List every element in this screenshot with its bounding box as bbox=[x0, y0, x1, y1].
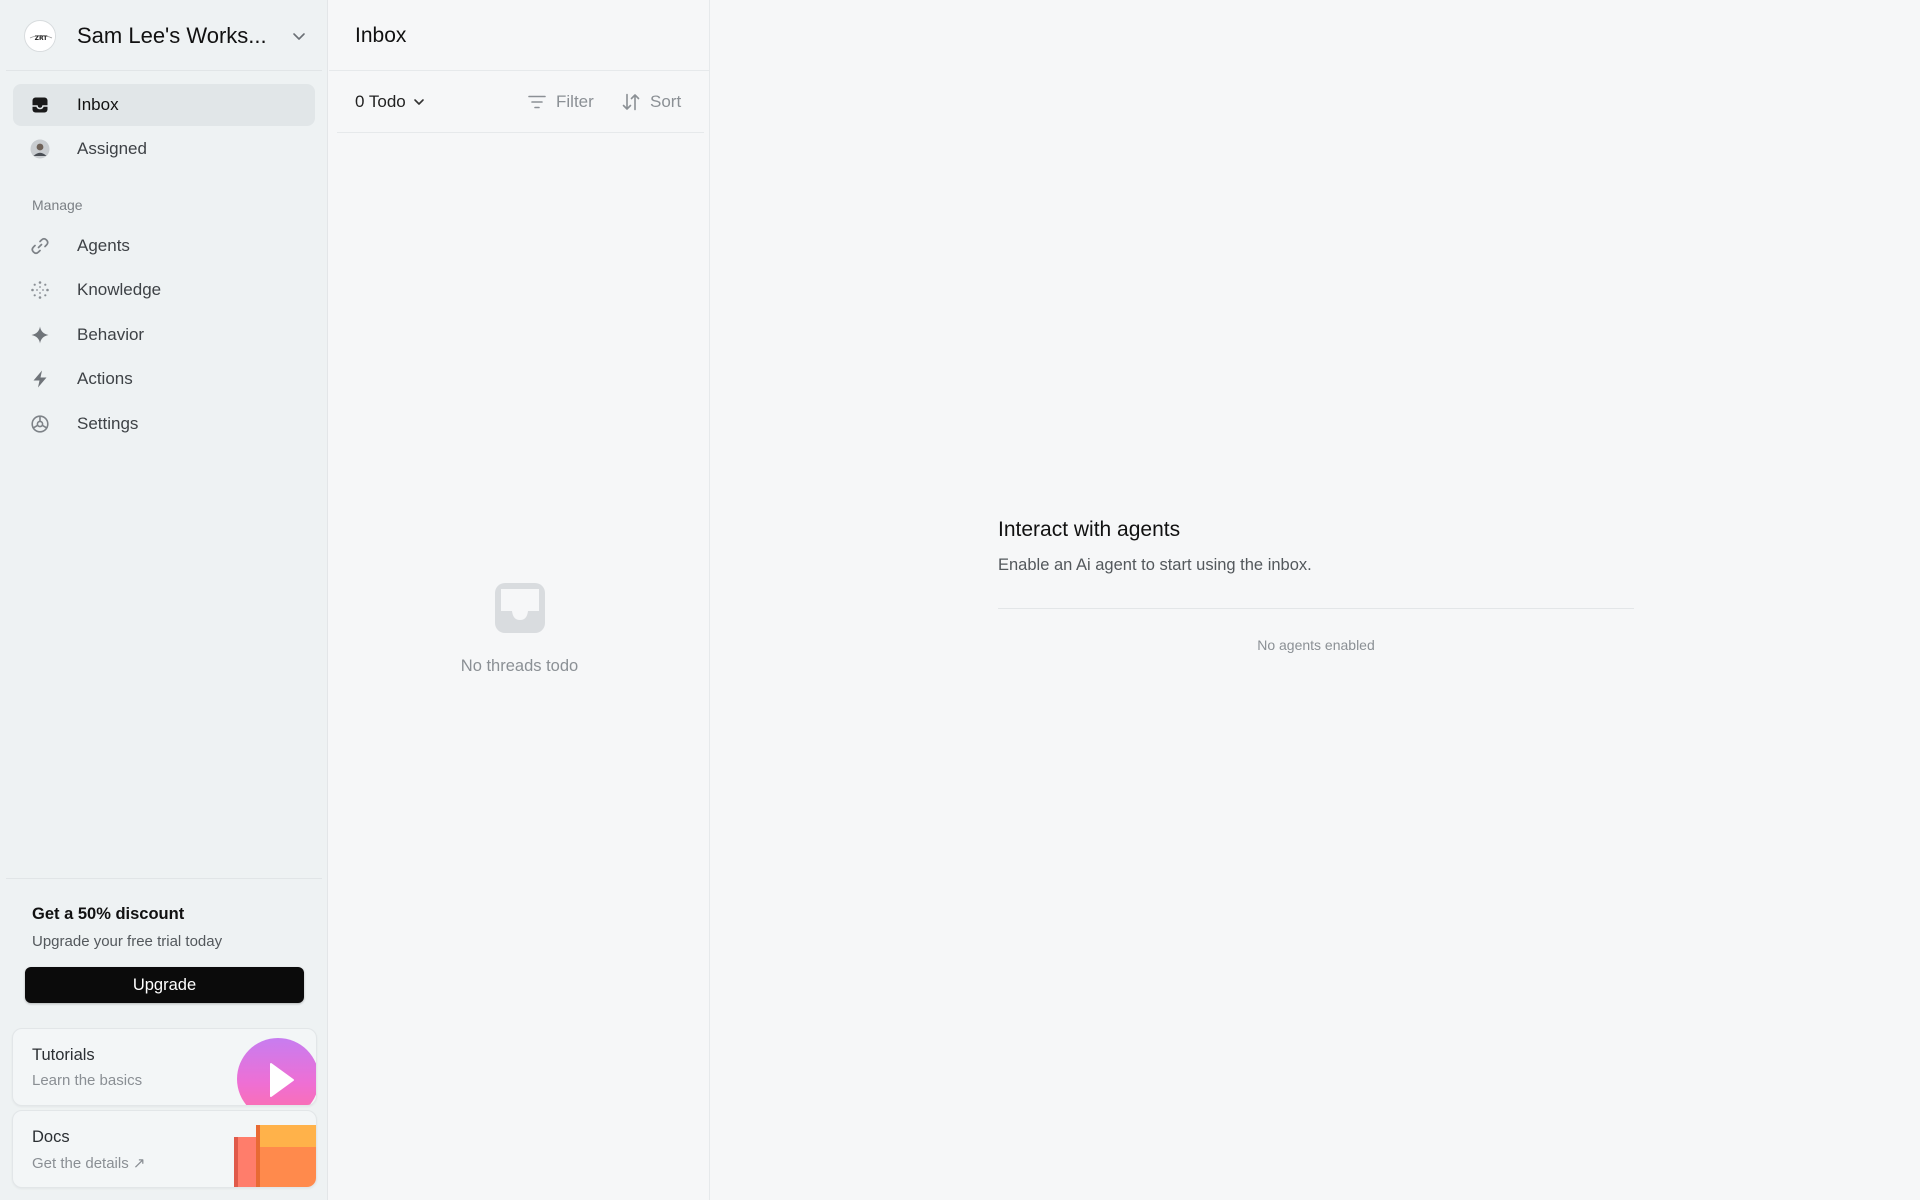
sidebar-item-knowledge[interactable]: Knowledge bbox=[13, 269, 315, 311]
page-title: Inbox bbox=[355, 24, 407, 47]
chevron-down-icon bbox=[413, 99, 424, 105]
inbox-icon bbox=[30, 95, 50, 115]
todo-status-label: 0 Todo bbox=[355, 92, 406, 111]
tutorials-title: Tutorials bbox=[32, 1046, 95, 1064]
divider bbox=[337, 132, 704, 133]
sidebar-item-label: Settings bbox=[77, 414, 139, 433]
sidebar-item-behavior[interactable]: Behavior bbox=[13, 314, 315, 356]
link-icon bbox=[30, 236, 50, 256]
divider bbox=[6, 878, 322, 879]
no-agents-text: No agents enabled bbox=[1257, 637, 1375, 653]
sidebar-item-actions[interactable]: Actions bbox=[13, 358, 315, 400]
tutorials-subtitle: Learn the basics bbox=[32, 1072, 143, 1089]
sidebar-item-label: Behavior bbox=[77, 325, 145, 344]
sidebar-item-label: Assigned bbox=[77, 139, 147, 158]
workspace-name: Sam Lee's Works... bbox=[77, 23, 267, 48]
promo-title: Get a 50% discount bbox=[32, 905, 185, 923]
section-label-manage: Manage bbox=[32, 197, 83, 213]
thread-list-panel: Inbox 0 Todo Filter Sort No threads todo bbox=[329, 0, 710, 1200]
filter-label: Filter bbox=[556, 92, 594, 111]
empty-state-subtitle: Enable an Ai agent to start using the in… bbox=[998, 556, 1312, 574]
sparkle-icon bbox=[30, 325, 50, 345]
user-avatar-icon bbox=[30, 139, 50, 159]
sort-label: Sort bbox=[650, 92, 682, 111]
sidebar-item-settings[interactable]: Settings bbox=[13, 403, 315, 445]
sidebar: ZRT Sam Lee's Works... Inbox Assigned Ma… bbox=[0, 0, 328, 1200]
workspace-logo: ZRT bbox=[24, 20, 56, 52]
sidebar-item-assigned[interactable]: Assigned bbox=[13, 128, 315, 170]
svg-text:ZRT: ZRT bbox=[35, 35, 49, 42]
inbox-tray-icon bbox=[493, 581, 547, 635]
sidebar-item-agents[interactable]: Agents bbox=[13, 225, 315, 267]
lightning-icon bbox=[30, 369, 50, 389]
docs-title: Docs bbox=[32, 1128, 70, 1146]
empty-state-title: Interact with agents bbox=[998, 518, 1181, 541]
workspace-switcher[interactable]: ZRT Sam Lee's Works... bbox=[12, 14, 316, 58]
sidebar-item-label: Knowledge bbox=[77, 280, 162, 299]
sidebar-item-label: Inbox bbox=[77, 95, 119, 114]
play-icon bbox=[226, 1029, 316, 1105]
sidebar-item-inbox[interactable]: Inbox bbox=[13, 84, 315, 126]
promo-subtitle: Upgrade your free trial today bbox=[32, 933, 223, 950]
sort-button[interactable]: Sort bbox=[621, 90, 681, 114]
chevron-down-icon bbox=[290, 27, 308, 45]
settings-wheel-icon bbox=[30, 414, 50, 434]
divider bbox=[998, 608, 1634, 609]
docs-subtitle: Get the details ↗ bbox=[32, 1155, 146, 1172]
dots-circle-icon bbox=[30, 280, 50, 300]
empty-state-text: No threads todo bbox=[460, 657, 579, 675]
sort-icon bbox=[622, 93, 640, 111]
tutorials-card[interactable]: Tutorials Learn the basics bbox=[12, 1028, 317, 1106]
sidebar-item-label: Actions bbox=[77, 369, 133, 388]
todo-status-dropdown[interactable]: 0 Todo bbox=[355, 90, 426, 114]
docs-card[interactable]: Docs Get the details ↗ bbox=[12, 1110, 317, 1188]
divider bbox=[329, 70, 710, 71]
sidebar-item-label: Agents bbox=[77, 236, 130, 255]
filter-button[interactable]: Filter bbox=[527, 90, 594, 114]
filter-icon bbox=[528, 95, 546, 109]
main-content-panel: Interact with agents Enable an Ai agent … bbox=[711, 0, 1920, 1200]
divider bbox=[6, 70, 322, 71]
manual-books-icon bbox=[226, 1111, 316, 1187]
app-window: ZRT Sam Lee's Works... Inbox Assigned Ma… bbox=[0, 0, 1920, 1200]
upgrade-button[interactable]: Upgrade bbox=[25, 967, 304, 1003]
